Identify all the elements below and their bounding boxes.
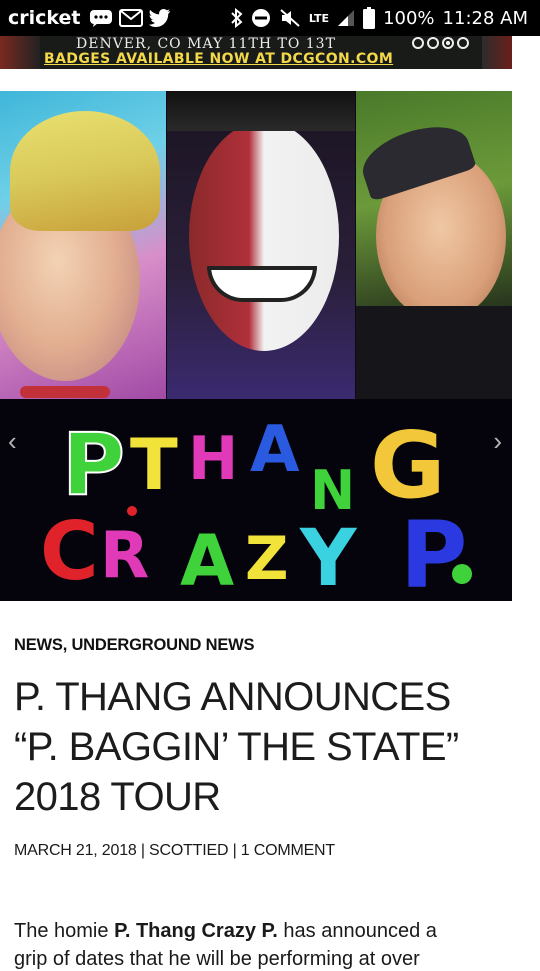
ad-ring-graphics	[412, 37, 469, 49]
battery-icon	[363, 7, 376, 29]
ring-icon	[412, 37, 424, 49]
ad-event-info: DENVER, CO MAY 11TH TO 13T	[76, 36, 336, 52]
title-line: 2018 TOUR	[14, 775, 221, 819]
notification-icons	[89, 8, 171, 28]
crazy-p-logo: P T H A N G C R A Z Y P	[40, 412, 472, 601]
svg-text:N: N	[310, 459, 355, 522]
status-bar: cricket LTE 100% 11:28 AM	[0, 0, 540, 36]
twitter-icon	[148, 9, 171, 27]
svg-text:C: C	[40, 505, 99, 598]
system-status: LTE 100% 11:28 AM	[231, 7, 528, 29]
gmail-icon	[118, 9, 143, 27]
article-categories[interactable]: NEWS, UNDERGROUND NEWS	[14, 636, 255, 655]
bluetooth-icon	[231, 8, 243, 28]
body-text-prefix: The homie	[14, 920, 115, 942]
signal-icon	[337, 9, 355, 27]
ad-decoration	[0, 36, 40, 69]
clock: 11:28 AM	[442, 7, 528, 29]
photo-panel-left	[0, 91, 166, 399]
title-line: “P. BAGGIN’ THE STATE”	[14, 725, 459, 769]
svg-text:P: P	[400, 502, 467, 601]
svg-text:A: A	[250, 413, 300, 487]
svg-text:R: R	[100, 519, 149, 593]
svg-text:P: P	[62, 415, 125, 515]
svg-text:T: T	[130, 424, 178, 506]
ring-icon	[457, 37, 469, 49]
artist-name: P. Thang Crazy P.	[114, 920, 278, 942]
svg-text:Z: Z	[245, 524, 289, 594]
article-title: P. THANG ANNOUNCES “P. BAGGIN’ THE STATE…	[14, 672, 529, 822]
featured-image[interactable]: P T H A N G C R A Z Y P ‹ ›	[0, 91, 512, 601]
do-not-disturb-icon	[251, 8, 271, 28]
ad-banner[interactable]: DENVER, CO MAY 11TH TO 13T BADGES AVAILA…	[0, 36, 512, 69]
ring-icon	[427, 37, 439, 49]
article-meta[interactable]: MARCH 21, 2018 | SCOTTIED | 1 COMMENT	[14, 842, 335, 860]
ad-decoration	[482, 36, 512, 69]
mute-icon	[279, 8, 301, 28]
slider-prev-icon[interactable]: ‹	[8, 426, 17, 457]
body-text-suffix: has announced a	[277, 920, 437, 942]
ring-icon	[442, 37, 454, 49]
photo-panel-right	[356, 91, 512, 399]
svg-text:H: H	[188, 424, 238, 494]
svg-text:Y: Y	[299, 514, 358, 601]
title-line: P. THANG ANNOUNCES	[14, 675, 451, 719]
battery-percentage: 100%	[383, 7, 435, 29]
slider-next-icon[interactable]: ›	[493, 426, 502, 457]
logo-graphic: P T H A N G C R A Z Y P	[0, 399, 512, 601]
carrier-label: cricket	[8, 7, 81, 29]
svg-text:A: A	[180, 520, 234, 601]
ad-link-text[interactable]: BADGES AVAILABLE NOW AT DCGCON.COM	[44, 51, 393, 67]
photo-panel-center	[167, 91, 355, 399]
lte-icon: LTE	[308, 11, 330, 25]
article-body: The homie P. Thang Crazy P. has announce…	[14, 914, 514, 948]
chat-bubble-icon	[89, 8, 113, 28]
